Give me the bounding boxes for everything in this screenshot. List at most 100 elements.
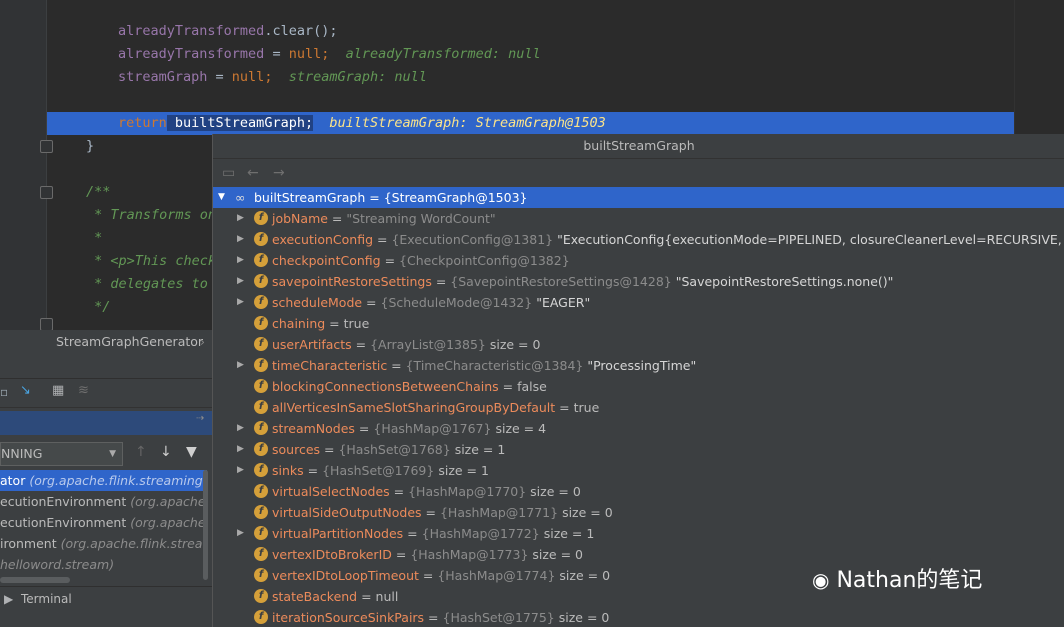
tree-field-row[interactable]: f virtualSelectNodes = {HashMap@1770} siz… — [213, 481, 1064, 502]
field-ref: {CheckpointConfig@1382} — [399, 253, 570, 268]
back-arrow-icon[interactable]: ← — [247, 165, 259, 181]
stack-frame[interactable]: ecutionEnvironment (org.apache.flink — [0, 491, 207, 512]
code-token: ; — [321, 46, 330, 62]
code-line: alreadyTransformed.clear(); — [118, 20, 337, 43]
frames-vscrollbar[interactable] — [203, 470, 208, 580]
evaluate-icon[interactable]: ▦ — [52, 383, 64, 398]
tree-field-row[interactable]: f userArtifacts = {ArrayList@1385} size =… — [213, 334, 1064, 355]
field-value: size = 0 — [562, 505, 613, 520]
field-name: virtualSideOutputNodes — [272, 505, 422, 520]
field-ref: {ScheduleMode@1432} — [380, 295, 533, 310]
stack-frame[interactable]: ecutionEnvironment (org.apache.flink — [0, 512, 207, 533]
code-token: builtStreamGraph; — [166, 115, 314, 131]
expand-arrow-icon[interactable]: ▶ — [237, 208, 244, 229]
frame-class: (org.apache.flink.streamin — [60, 536, 207, 551]
code-comment: /** — [86, 184, 111, 200]
stack-frame[interactable]: ironment (org.apache.flink.streamin — [0, 533, 207, 554]
field-icon: f — [254, 442, 268, 456]
thread-selector-value: NNING — [1, 446, 43, 461]
folder-icon[interactable]: ▭ — [222, 165, 235, 181]
tree-field-row[interactable]: ▶ f sinks = {HashSet@1769} size = 1 — [213, 460, 1064, 481]
field-name: jobName — [272, 211, 328, 226]
field-icon: f — [254, 547, 268, 561]
tree-field-row[interactable]: ▶ f virtualPartitionNodes = {HashMap@1772}… — [213, 523, 1064, 544]
frames-scrollbar[interactable] — [0, 577, 70, 583]
stack-frame[interactable]: ator (org.apache.flink.streaming.api — [0, 470, 207, 491]
forward-arrow-icon[interactable]: → — [273, 165, 285, 181]
frame-method: ecutionEnvironment — [0, 515, 127, 530]
field-text: iterationSourceSinkPairs = {HashSet@1775… — [272, 610, 610, 625]
filter-icon[interactable]: ▼ — [186, 444, 197, 460]
expand-arrow-icon[interactable]: ▶ — [237, 250, 244, 271]
expand-arrow-icon[interactable]: ▶ — [237, 229, 244, 250]
field-value: size = 4 — [495, 421, 547, 436]
field-name: vertexIDtoLoopTimeout — [272, 568, 419, 583]
frame-class: (org.apache.flink.streaming.api — [29, 473, 207, 488]
tree-field-row[interactable]: ▶ f scheduleMode = {ScheduleMode@1432} "EA… — [213, 292, 1064, 313]
field-name: sinks — [272, 463, 304, 478]
tree-field-row[interactable]: ▶ f checkpointConfig = {CheckpointConfig@1… — [213, 250, 1064, 271]
field-icon: f — [254, 295, 268, 309]
arrow-up-icon[interactable]: ↑ — [135, 444, 147, 460]
tree-field-row[interactable]: ▶ f savepointRestoreSettings = {SavepointR… — [213, 271, 1064, 292]
fold-marker[interactable] — [40, 140, 53, 153]
field-value: false — [517, 379, 547, 394]
field-ref: {HashSet@1768} — [338, 442, 451, 457]
chevron-down-icon[interactable]: ▼ — [218, 187, 225, 208]
step-out-icon[interactable]: ↘ — [20, 383, 31, 398]
pin-icon[interactable]: ⇢ — [196, 413, 204, 424]
field-name: scheduleMode — [272, 295, 363, 310]
tree-root-node[interactable]: ▼ ∞ builtStreamGraph = {StreamGraph@1503… — [213, 187, 1064, 208]
field-icon: f — [254, 337, 268, 351]
field-name: savepointRestoreSettings — [272, 274, 432, 289]
field-ref: {HashMap@1774} — [437, 568, 556, 583]
tree-field-row[interactable]: f allVerticesInSameSlotSharingGroupByDefa… — [213, 397, 1064, 418]
breadcrumb[interactable]: StreamGraphGenerator › — [0, 330, 212, 354]
tree-field-row[interactable]: f blockingConnectionsBetweenChains = fals… — [213, 376, 1064, 397]
frame-method: ironment — [0, 536, 57, 551]
field-icon: f — [254, 400, 268, 414]
keyword: return — [118, 115, 167, 131]
expand-arrow-icon[interactable]: ▶ — [237, 418, 244, 439]
tree-field-row[interactable]: ▶ f executionConfig = {ExecutionConfig@138… — [213, 229, 1064, 250]
field-name: blockingConnectionsBetweenChains — [272, 379, 499, 394]
arrow-down-icon[interactable]: ↓ — [160, 444, 172, 460]
breadcrumb-label: StreamGraphGenerator — [56, 334, 204, 349]
tree-field-row[interactable]: ▶ f sources = {HashSet@1768} size = 1 — [213, 439, 1064, 460]
tree-field-row[interactable]: f chaining = true — [213, 313, 1064, 334]
field-ref: {HashSet@1775} — [442, 610, 555, 625]
field-icon: f — [254, 379, 268, 393]
fold-marker[interactable] — [40, 186, 53, 199]
field-name: iterationSourceSinkPairs — [272, 610, 425, 625]
debug-tab-bar — [0, 354, 212, 379]
tree-field-row[interactable]: f iterationSourceSinkPairs = {HashSet@177… — [213, 607, 1064, 627]
code-token: = — [207, 69, 232, 85]
tree-field-row[interactable]: ▶ f jobName = "Streaming WordCount" — [213, 208, 1064, 229]
field-text: scheduleMode = {ScheduleMode@1432} "EAGE… — [272, 295, 591, 310]
field-value: "SavepointRestoreSettings.none()" — [675, 274, 894, 289]
popup-title: builtStreamGraph — [213, 134, 1064, 159]
field-value: null — [375, 589, 399, 604]
expand-arrow-icon[interactable]: ▶ — [237, 523, 244, 544]
tree-field-row[interactable]: ▶ f timeCharacteristic = {TimeCharacterist… — [213, 355, 1064, 376]
tree-root-label: builtStreamGraph = {StreamGraph@1503} — [254, 190, 528, 205]
tree-field-row[interactable]: ▶ f streamNodes = {HashMap@1767} size = 4 — [213, 418, 1064, 439]
terminal-tab[interactable]: ▶ Terminal — [0, 586, 212, 611]
expand-arrow-icon[interactable]: ▶ — [237, 460, 244, 481]
expand-arrow-icon[interactable]: ▶ — [237, 439, 244, 460]
thread-selector[interactable]: NNING ▼ — [0, 442, 123, 466]
field-text: virtualPartitionNodes = {HashMap@1772} s… — [272, 526, 595, 541]
field-icon: f — [254, 358, 268, 372]
trace-icon[interactable]: ≋ — [78, 383, 89, 398]
field-text: virtualSelectNodes = {HashMap@1770} size… — [272, 484, 581, 499]
expand-arrow-icon[interactable]: ▶ — [237, 355, 244, 376]
expand-arrow-icon[interactable]: ▶ — [237, 271, 244, 292]
field-value: size = 0 — [558, 610, 610, 625]
expand-arrow-icon[interactable]: ▶ — [237, 292, 244, 313]
field-ref: {HashMap@1772} — [421, 526, 540, 541]
field-name: virtualPartitionNodes — [272, 526, 404, 541]
step-icon[interactable]: ▫ — [0, 385, 8, 399]
field-ref: {HashMap@1767} — [373, 421, 492, 436]
stack-frame[interactable]: helloword.stream) — [0, 554, 207, 575]
tree-field-row[interactable]: f virtualSideOutputNodes = {HashMap@1771}… — [213, 502, 1064, 523]
